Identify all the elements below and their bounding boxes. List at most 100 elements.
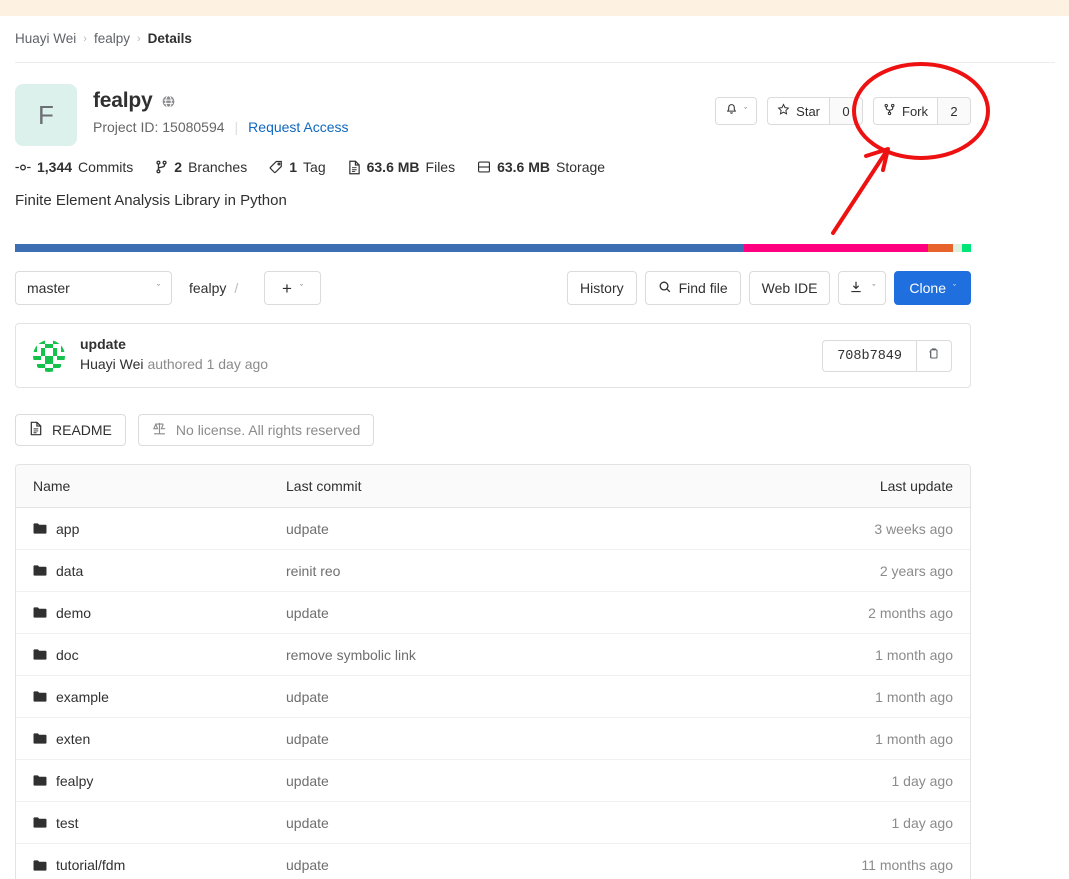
file-name-cell[interactable]: app — [16, 521, 286, 537]
last-commit-cell[interactable]: remove symbolic link — [286, 647, 790, 663]
file-icon — [348, 160, 361, 175]
plus-icon: + — [282, 278, 292, 298]
repo-path-breadcrumb: fealpy / — [189, 271, 238, 305]
license-button[interactable]: No license. All rights reserved — [137, 414, 375, 446]
chevron-down-icon: ˇ — [953, 283, 956, 293]
project-description: Finite Element Analysis Library in Pytho… — [15, 192, 287, 209]
file-name-cell[interactable]: fealpy — [16, 773, 286, 789]
file-name-cell[interactable]: exten — [16, 731, 286, 747]
clone-button[interactable]: Clone ˇ — [894, 271, 971, 305]
language-segment-3 — [927, 244, 953, 252]
table-row[interactable]: tutorial/fdm udpate 11 months ago — [16, 844, 970, 879]
table-row[interactable]: data reinit reo 2 years ago — [16, 550, 970, 592]
project-avatar: F — [15, 84, 77, 146]
file-name-cell[interactable]: doc — [16, 647, 286, 663]
folder-icon — [33, 690, 47, 703]
add-to-repo-button[interactable]: + ˇ — [264, 271, 321, 305]
language-segment-2 — [744, 244, 928, 252]
last-commit-cell[interactable]: udpate — [286, 689, 790, 705]
scale-icon — [152, 421, 167, 439]
top-banner — [0, 0, 1069, 16]
file-name-cell[interactable]: test — [16, 815, 286, 831]
fork-button[interactable]: Fork — [873, 97, 937, 125]
stat-branches-value: 2 — [174, 159, 183, 175]
chevron-down-icon: ˇ — [744, 106, 748, 116]
stat-tags[interactable]: 1 Tag — [269, 159, 326, 175]
find-file-button[interactable]: Find file — [644, 271, 741, 305]
copy-sha-button[interactable] — [916, 340, 952, 372]
project-actions: ˇ Star 0 Fork 2 — [715, 97, 971, 125]
breadcrumb-item-owner[interactable]: Huayi Wei — [15, 31, 76, 46]
history-button-label: History — [580, 280, 624, 296]
commit-sha[interactable]: 708b7849 — [822, 340, 916, 372]
download-icon — [849, 280, 863, 297]
repo-path-separator: / — [234, 280, 239, 296]
download-button[interactable]: ˇ — [838, 271, 887, 305]
project-subtitle: Project ID: 15080594 | Request Access — [93, 119, 349, 135]
clipboard-icon — [927, 347, 941, 366]
document-icon — [29, 421, 43, 439]
repo-path-root[interactable]: fealpy — [189, 280, 226, 296]
folder-icon — [33, 606, 47, 619]
breadcrumb-item-current: Details — [147, 31, 192, 46]
file-name-cell[interactable]: data — [16, 563, 286, 579]
breadcrumb-item-project[interactable]: fealpy — [94, 31, 130, 46]
file-name-label: tutorial/fdm — [56, 857, 126, 873]
repo-toolbar: master ˇ fealpy / + ˇ History Find file — [15, 271, 971, 305]
breadcrumb: Huayi Wei › fealpy › Details — [15, 31, 192, 46]
star-button[interactable]: Star — [767, 97, 829, 125]
last-update-cell: 1 month ago — [875, 646, 953, 663]
project-title-block: fealpy Project ID: 15080594 | Request Ac… — [93, 89, 349, 135]
tag-icon — [269, 160, 283, 174]
request-access-link[interactable]: Request Access — [248, 119, 348, 135]
commit-message[interactable]: update — [80, 336, 268, 352]
table-row[interactable]: test update 1 day ago — [16, 802, 970, 844]
history-button[interactable]: History — [567, 271, 637, 305]
language-segment-5 — [962, 244, 971, 252]
branch-selector[interactable]: master ˇ — [15, 271, 172, 305]
file-name-cell[interactable]: demo — [16, 605, 286, 621]
commit-author[interactable]: Huayi Wei — [80, 356, 144, 372]
table-row[interactable]: example udpate 1 month ago — [16, 676, 970, 718]
stat-commits-label: Commits — [78, 159, 134, 175]
fork-label: Fork — [902, 103, 928, 119]
web-ide-button[interactable]: Web IDE — [748, 271, 831, 305]
stat-storage: 63.6 MB Storage — [477, 159, 605, 175]
commit-info: update Huayi Wei authored 1 day ago — [80, 336, 268, 372]
star-count: 0 — [829, 97, 863, 125]
stat-commits[interactable]: 1,344 Commits — [15, 159, 133, 175]
table-row[interactable]: doc remove symbolic link 1 month ago — [16, 634, 970, 676]
repo-toolbar-actions: History Find file Web IDE ˇ Clone ˇ — [567, 271, 971, 305]
commit-icon — [15, 161, 31, 174]
commit-meta: Huayi Wei authored 1 day ago — [80, 356, 268, 372]
last-commit-cell[interactable]: udpate — [286, 857, 790, 873]
license-button-label: No license. All rights reserved — [175, 422, 361, 438]
file-name-cell[interactable]: tutorial/fdm — [16, 857, 286, 873]
table-row[interactable]: fealpy update 1 day ago — [16, 760, 970, 802]
project-id-label: Project ID: 15080594 — [93, 119, 225, 135]
stat-branches[interactable]: 2 Branches — [155, 159, 247, 175]
language-segment-4 — [952, 244, 963, 252]
readme-button[interactable]: README — [15, 414, 126, 446]
file-name-label: doc — [56, 646, 79, 663]
table-row[interactable]: app udpate 3 weeks ago — [16, 508, 970, 550]
chevron-down-icon: ˇ — [872, 283, 876, 293]
chevron-down-icon: ˇ — [157, 283, 160, 293]
last-commit-cell[interactable]: reinit reo — [286, 563, 790, 579]
gitlab-project-page: Huayi Wei › fealpy › Details F fealpy Pr… — [0, 0, 1069, 879]
clone-button-label: Clone — [909, 280, 946, 296]
last-commit-cell[interactable]: udpate — [286, 521, 790, 537]
last-commit-cell[interactable]: update — [286, 773, 790, 789]
last-commit-cell[interactable]: update — [286, 605, 790, 621]
breadcrumb-separator: › — [83, 32, 87, 45]
last-commit-cell[interactable]: update — [286, 815, 790, 831]
folder-icon — [33, 816, 47, 829]
file-name-cell[interactable]: example — [16, 689, 286, 705]
web-ide-label: Web IDE — [761, 280, 818, 296]
folder-icon — [33, 774, 47, 787]
table-row[interactable]: demo update 2 months ago — [16, 592, 970, 634]
last-commit-cell[interactable]: udpate — [286, 731, 790, 747]
notifications-button[interactable]: ˇ — [715, 97, 758, 125]
table-row[interactable]: exten udpate 1 month ago — [16, 718, 970, 760]
branch-icon — [155, 160, 168, 174]
